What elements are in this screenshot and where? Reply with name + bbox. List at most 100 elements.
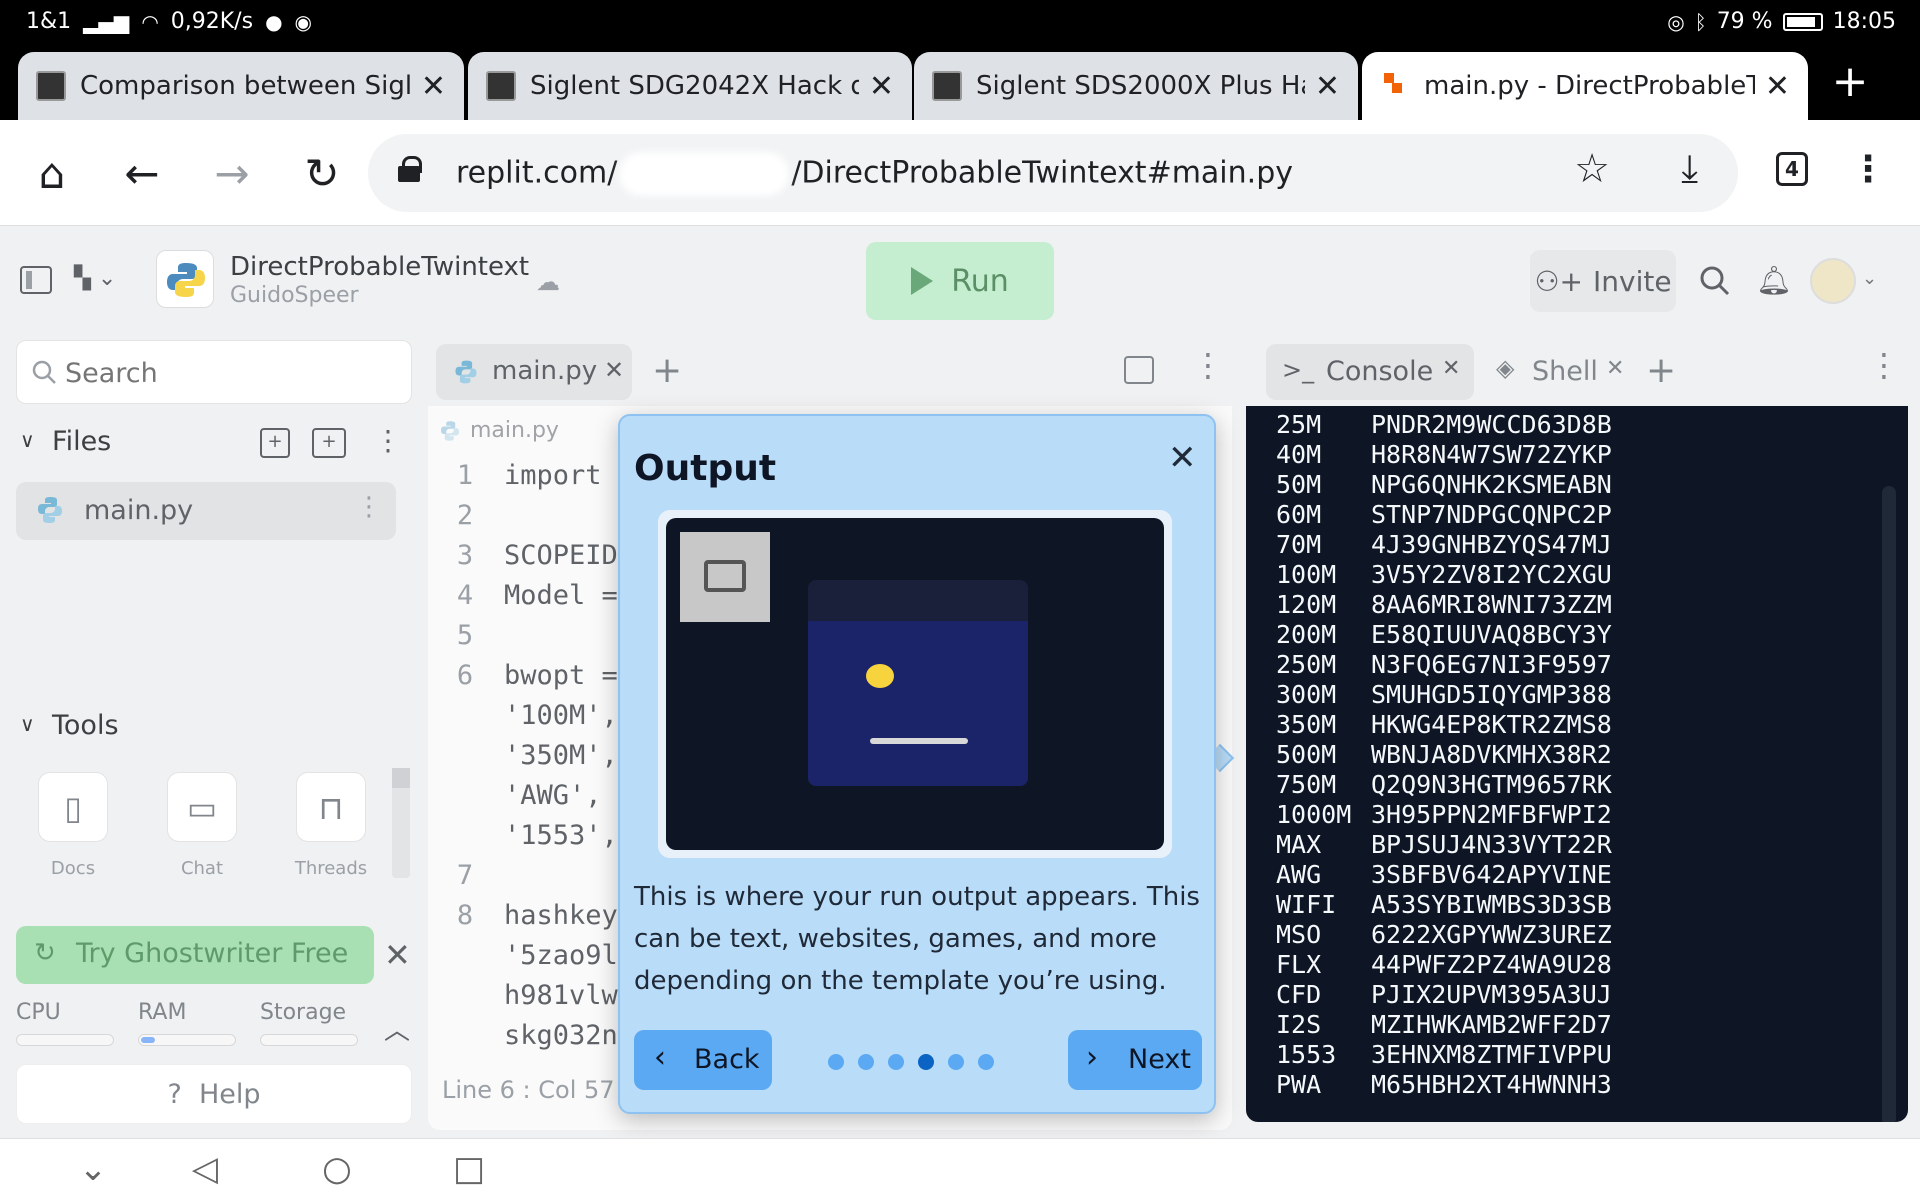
step-dot[interactable] [888,1054,904,1070]
add-tab-icon[interactable]: + [652,350,682,391]
next-button[interactable]: › Next [1068,1030,1202,1090]
net-speed: 0,92K/s [170,9,254,34]
try-ghostwriter-button[interactable]: ↻ Try Ghostwriter Free [16,926,374,984]
new-tab-button[interactable]: + [1826,60,1874,108]
browser-tab-strip: Comparison between Sigler ✕ Siglent SDG2… [0,44,1920,120]
more-options-icon[interactable]: ⋮ [374,424,402,457]
home-icon[interactable]: ⌂ [24,146,80,202]
step-dot[interactable] [948,1054,964,1070]
search-icon[interactable] [1698,264,1732,298]
nav-home-icon[interactable]: ○ [312,1147,362,1191]
console-value: H8R8N4W7SW72ZYKP [1371,440,1612,469]
download-icon[interactable]: ⤓ [1681,146,1698,191]
close-icon[interactable]: ✕ [1442,356,1460,381]
step-dot[interactable] [978,1054,994,1070]
more-options-icon[interactable]: ⋮ [1192,346,1224,384]
tab-shell[interactable]: ◈ Shell ✕ [1482,344,1632,400]
close-icon[interactable]: ✕ [869,69,894,104]
close-icon[interactable]: ✕ [1765,69,1790,104]
nav-recents-icon[interactable]: □ [444,1147,494,1191]
console-line: 50M NPG6QNHK2KSMEABN [1276,470,1612,499]
step-dot[interactable] [828,1054,844,1070]
console-value: WBNJA8DVKMHX38R2 [1371,740,1612,769]
console-value: A53SYBIWMBS3D3SB [1371,890,1612,919]
forward-arrow-icon[interactable]: → [204,146,260,202]
tab-console[interactable]: >_ Console ✕ [1266,344,1474,400]
close-icon[interactable]: ✕ [604,356,624,384]
chevron-down-icon[interactable]: ∨ [20,428,35,452]
chevron-down-icon[interactable]: ∨ [20,712,35,736]
console-scrollbar[interactable] [1882,486,1896,1122]
reload-icon[interactable]: ↻ [294,146,350,202]
browser-tab-active[interactable]: main.py - DirectProbableTw ✕ [1362,52,1808,120]
play-icon [911,267,934,295]
console-value: E58QIUUVAQ8BCY3Y [1371,620,1612,649]
tab-switcher-button[interactable]: 4 [1776,152,1808,186]
add-tab-icon[interactable]: + [1646,350,1676,391]
address-bar[interactable]: replit.com/ /DirectProbableTwintext#main.… [368,134,1738,212]
person-avatar-icon [36,71,66,101]
tab-shell-label: Shell [1532,356,1598,387]
console-output[interactable]: 25M PNDR2M9WCCD63D8B 40M H8R8N4W7SW72ZYKP 50… [1246,406,1908,1122]
next-button-label: Next [1128,1044,1191,1075]
console-line: 1000M 3H95PPN2MFBFWPI2 [1276,800,1612,829]
files-section-header[interactable]: ∨ Files + + ⋮ [16,424,412,464]
back-arrow-icon[interactable]: ← [114,146,170,202]
tool-docs[interactable]: ▯ Docs [36,772,110,879]
game-preview [808,580,1028,786]
breadcrumb[interactable]: main.py [438,418,559,443]
user-avatar[interactable] [1810,258,1856,304]
close-icon[interactable]: ✕ [1315,69,1340,104]
eye-icon: ◎ [1667,9,1685,34]
console-key: 1553 [1276,1040,1337,1069]
browser-tab[interactable]: Siglent SDS2000X Plus Hac ✕ [914,52,1358,120]
code-text: bwopt = [504,660,618,691]
console-line: CFD PJIX2UPVM395A3UJ [1276,980,1612,1009]
minimap-icon[interactable] [1124,356,1154,384]
help-button[interactable]: ? Help [16,1064,412,1124]
new-file-icon[interactable]: + [260,428,290,458]
console-value: STNP7NDPGCQNPC2P [1371,500,1612,529]
carrier-label: 1&1 [26,9,72,34]
file-search-input[interactable] [65,355,385,391]
back-button[interactable]: ‹ Back [634,1030,772,1090]
back-button-label: Back [694,1044,760,1075]
repl-name[interactable]: DirectProbableTwintext [230,252,529,282]
tools-scrollbar[interactable] [392,768,410,878]
console-line: I2S MZIHWKAMB2WFF2D7 [1276,1010,1612,1039]
editor-tab-main-py[interactable]: main.py ✕ [436,344,632,400]
close-icon[interactable]: ✕ [384,936,411,974]
bookmark-star-icon[interactable]: ☆ [1574,146,1610,192]
more-options-icon[interactable]: ⋮ [1868,346,1900,384]
browser-menu-icon[interactable]: ⋮ [1850,146,1886,196]
file-search-box[interactable] [16,340,412,404]
close-icon[interactable]: ✕ [421,69,446,104]
notification-bell-icon[interactable]: 🔔︎ [1756,264,1792,298]
sidebar-toggle-icon[interactable] [20,266,52,294]
layout-menu-icon[interactable]: ▚ ⌄ [74,266,124,296]
repl-owner[interactable]: GuidoSpeer [230,283,359,308]
step-dot-active[interactable] [918,1054,934,1070]
invite-button[interactable]: ⚇+ Invite [1530,250,1676,312]
close-icon[interactable]: ✕ [1168,438,1197,478]
storage-meter: Storage [260,1000,358,1046]
console-value: 4J39GNHBZYQS47MJ [1371,530,1612,559]
close-icon[interactable]: ✕ [1606,356,1624,381]
file-item-main-py[interactable]: main.py ⋮ [16,482,396,540]
chevron-down-icon[interactable]: ⌄ [1862,268,1877,289]
step-dot[interactable] [858,1054,874,1070]
browser-tab[interactable]: Comparison between Sigler ✕ [18,52,464,120]
tool-chat[interactable]: ▭ Chat [165,772,239,879]
run-button[interactable]: Run [866,242,1054,320]
url-text[interactable]: replit.com/ /DirectProbableTwintext#main.… [456,152,1293,196]
chevron-up-icon[interactable]: ︿ [384,1010,410,1047]
new-folder-icon[interactable]: + [312,428,346,458]
more-options-icon[interactable]: ⋮ [356,492,382,522]
nav-back-icon[interactable]: ◁ [180,1147,230,1191]
signal-icon: ▂▄▆ [83,9,130,34]
line-number: 4 [456,580,474,611]
tool-threads[interactable]: ⊓ Threads [294,772,368,879]
console-key: 50M [1276,470,1322,499]
browser-tab[interactable]: Siglent SDG2042X Hack doc ✕ [468,52,912,120]
hide-keyboard-icon[interactable]: ⌄ [68,1147,118,1191]
